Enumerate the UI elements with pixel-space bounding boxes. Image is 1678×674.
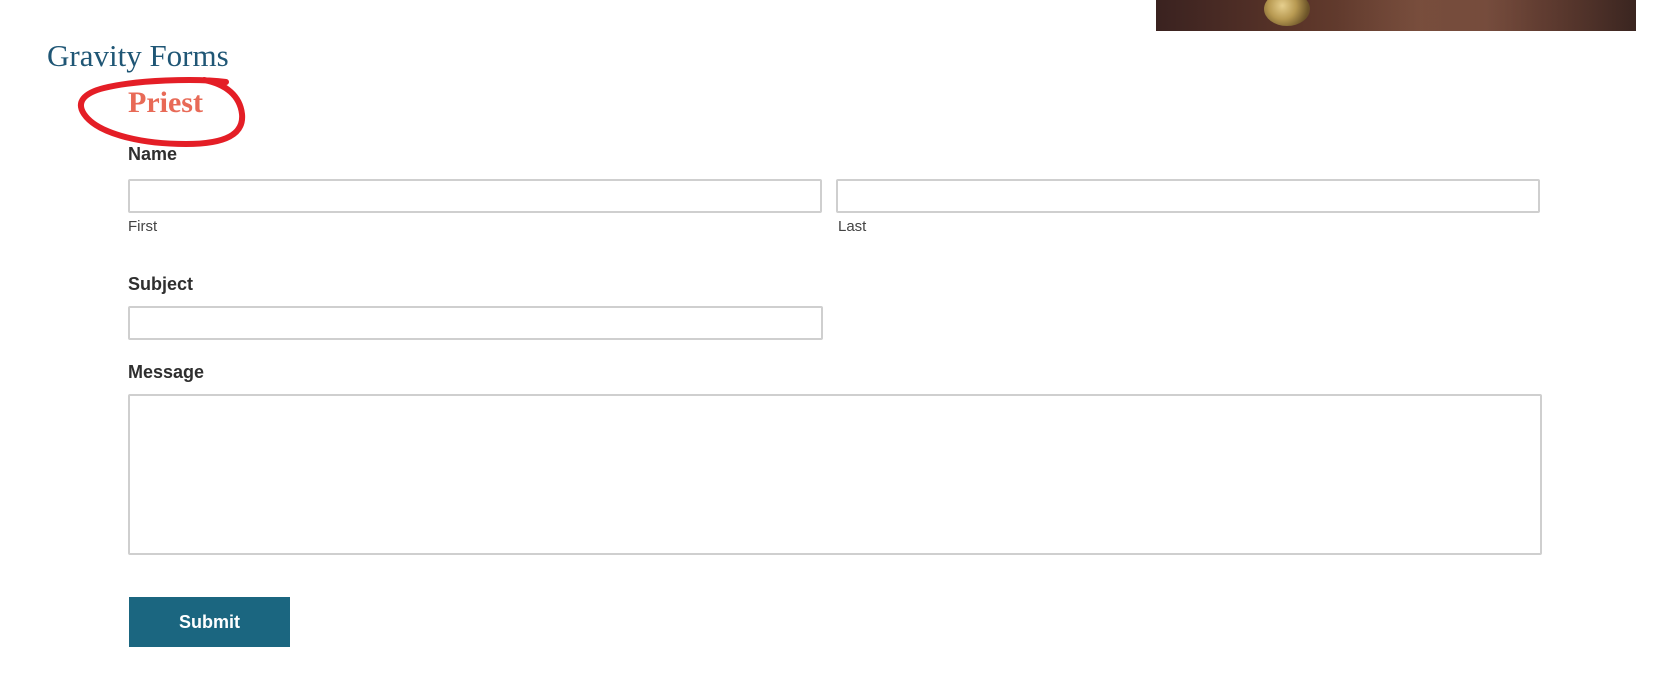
last-name-sub-label: Last (838, 218, 867, 235)
subject-input[interactable] (128, 306, 823, 340)
form-title: Priest (128, 86, 203, 119)
name-label: Name (128, 144, 178, 164)
gold-ornament-image (1264, 0, 1310, 26)
first-name-input[interactable] (128, 179, 822, 213)
last-name-input[interactable] (836, 179, 1540, 213)
submit-button[interactable]: Submit (129, 597, 290, 647)
message-label: Message (128, 362, 205, 382)
subject-label: Subject (128, 274, 194, 294)
featured-image (1156, 0, 1636, 31)
message-textarea[interactable] (128, 394, 1542, 555)
first-name-sub-label: First (128, 218, 158, 235)
featured-image-glow (1336, 0, 1636, 31)
page-title: Gravity Forms (47, 38, 229, 73)
